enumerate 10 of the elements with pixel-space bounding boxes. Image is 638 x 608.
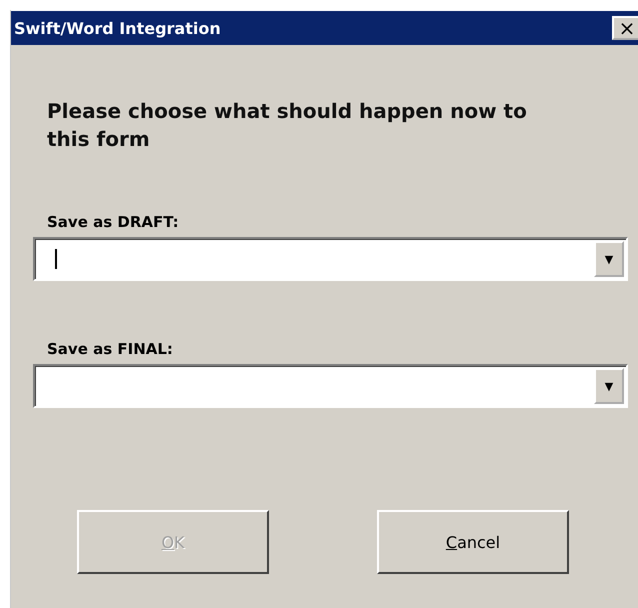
dialog-button[interactable]: Cancel — [377, 510, 569, 574]
dropdown-button[interactable]: ▼ — [594, 368, 624, 404]
close-button[interactable]: × — [612, 16, 638, 40]
dropdown-button[interactable]: ▼ — [594, 241, 624, 277]
window-title: Swift/Word Integration — [14, 18, 221, 38]
prompt-text: Please choose what should happen now to this form — [47, 98, 528, 153]
field-label: Save as DRAFT: — [47, 213, 180, 231]
field-label: Save as FINAL: — [47, 340, 174, 358]
dropdown-field[interactable]: ▼ — [33, 237, 628, 281]
dropdown-field[interactable]: ▼ — [33, 364, 628, 408]
